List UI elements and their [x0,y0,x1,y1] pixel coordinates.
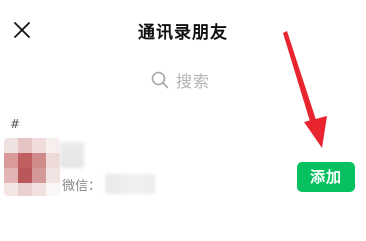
search-icon [150,70,170,90]
contact-row[interactable]: 微信： 添加 [0,132,366,202]
section-header: # [10,117,21,131]
search-bar[interactable]: 搜索 [0,62,366,98]
wechat-id-redacted [105,174,156,194]
top-bar: 通讯录朋友 [0,0,366,60]
add-friend-button[interactable]: 添加 [297,162,355,192]
contacts-list: # 微信： 添加 [0,110,366,241]
search-placeholder: 搜索 [176,72,211,91]
page-title: 通讯录朋友 [138,23,228,43]
wechat-id: 微信： [62,174,156,194]
contact-name-redacted [60,142,84,168]
wechat-id-label: 微信： [62,178,102,194]
avatar[interactable] [4,138,60,196]
